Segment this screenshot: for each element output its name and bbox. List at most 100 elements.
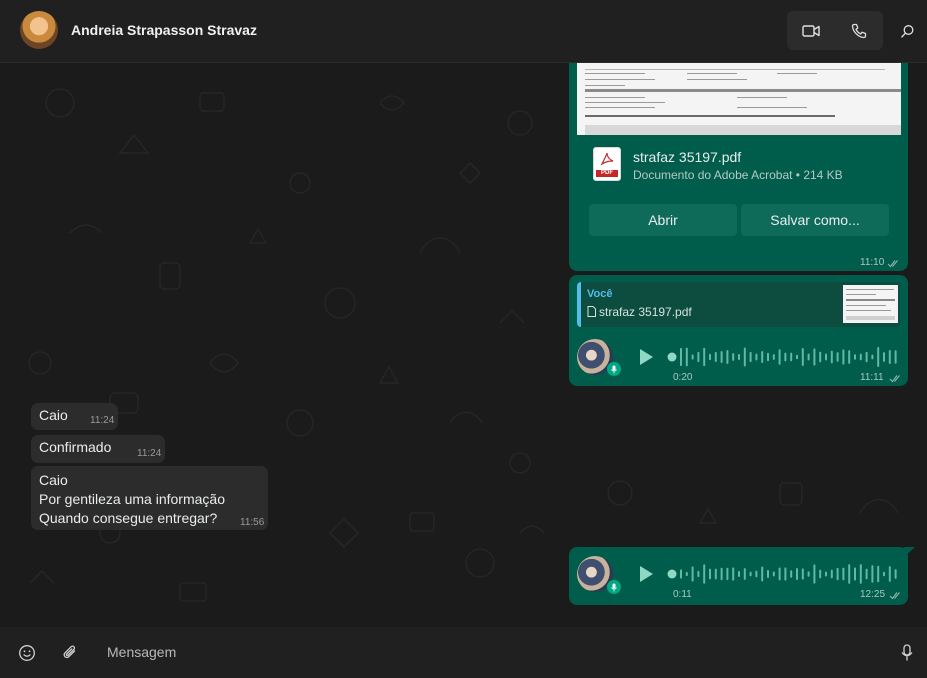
waveform-bar [813,348,816,366]
waveform-bar [813,564,816,584]
quote-accent-bar [577,282,581,327]
waveform-bar [714,352,717,362]
waveform-bar [848,350,851,364]
microphone-icon [901,644,913,661]
waveform-bar [825,571,827,577]
voice-record-button[interactable] [895,641,919,665]
chat-area[interactable]: PDF strafaz 35197.pdf Documento do Adobe… [0,63,927,627]
paperclip-icon [63,645,76,659]
video-call-button[interactable] [787,11,835,50]
message-input[interactable]: Mensagem [107,644,176,660]
waveform-bar [680,347,682,367]
pdf-preview-thumbnail[interactable] [577,63,901,135]
open-document-button[interactable]: Abrir [589,204,737,236]
incoming-message[interactable]: Caio Por gentileza uma informação Quando… [31,466,268,530]
message-text-line: Caio [39,472,68,488]
waveform-bar [801,347,804,367]
message-timestamp: 12:25 [860,589,886,600]
waveform-bar [732,567,735,581]
waveform-bar [865,351,868,363]
quote-author: Você [587,288,613,300]
voice-note-badge [607,362,621,376]
waveform-bar [784,567,787,581]
waveform-bar [732,353,735,361]
search-icon [900,24,913,38]
read-ticks-icon [889,592,900,600]
read-ticks-icon [889,375,900,383]
waveform-bar [871,354,874,360]
microphone-icon [611,583,617,591]
waveform-bar [883,571,885,577]
waveform-bar [772,571,775,577]
waveform-bar [755,353,758,361]
waveform-bar [726,567,729,581]
save-as-button[interactable]: Salvar como... [741,204,889,236]
message-timestamp: 11:24 [90,415,115,426]
waveform-bar [836,352,839,362]
attach-button[interactable] [58,641,82,665]
contact-avatar[interactable] [20,11,58,49]
waveform-bar [836,567,839,581]
chat-header: Andreia Strapasson Stravaz [0,0,927,63]
waveform-bar [709,568,711,580]
message-text: Caio [39,407,68,423]
waveform-bar [854,567,856,581]
waveform-bar [714,568,717,580]
waveform-bar [697,570,700,578]
waveform-bar [801,568,804,580]
call-buttons [787,11,883,50]
waveform-bar [749,351,752,363]
voice-call-button[interactable] [835,11,883,50]
quoted-message[interactable]: Você strafaz 35197.pdf [577,282,900,327]
read-ticks-icon [887,260,898,268]
waveform-bar [720,567,723,581]
waveform-bar [691,566,694,582]
waveform-bar [685,571,688,577]
message-composer: Mensagem [0,628,927,678]
incoming-message[interactable]: Caio 11:24 [31,403,118,430]
waveform-bar [888,349,891,365]
waveform-bar [865,568,868,580]
waveform-bar [720,350,723,364]
waveform-bar [709,353,711,361]
audio-waveform[interactable] [666,560,902,588]
waveform-bar [842,349,845,365]
waveform-bar [790,352,793,362]
message-timestamp: 11:10 [860,257,885,268]
contact-name[interactable]: Andreia Strapasson Stravaz [71,22,257,38]
document-icon [587,306,596,317]
quote-file-name: strafaz 35197.pdf [599,305,692,319]
waveform-bar [842,567,845,581]
waveform-bar [796,567,798,581]
waveform-bar [825,353,827,361]
waveform-bar [894,350,897,364]
waveform-bar [871,565,874,583]
waveform-bar [767,352,769,362]
audio-waveform[interactable] [666,343,902,371]
play-button[interactable] [640,349,653,365]
waveform-bar [680,569,682,579]
search-button[interactable] [894,18,920,44]
waveform-bar [854,354,856,360]
incoming-message[interactable]: Confirmado 11:24 [31,435,165,463]
bubble-tail [904,547,915,557]
waveform-bar [819,569,822,579]
waveform-bar [888,566,891,582]
waveform-bar [796,354,798,360]
document-file-name: strafaz 35197.pdf [633,149,742,165]
play-button[interactable] [640,566,653,582]
message-text-line: Quando consegue entregar? [39,510,218,526]
waveform-bar [859,564,862,584]
waveform-bar [755,570,758,578]
document-file-info[interactable]: PDF strafaz 35197.pdf Documento do Adobe… [589,145,889,185]
voice-duration: 0:20 [673,372,693,383]
waveform-bar [848,564,851,584]
waveform-bar [685,347,688,367]
waveform-bar [830,569,833,579]
waveform-bar [703,347,706,367]
waveform-bar [784,352,787,362]
waveform-bar [743,347,746,367]
emoji-button[interactable] [15,641,39,665]
waveform-bar [790,570,793,578]
waveform-bar [691,354,694,360]
